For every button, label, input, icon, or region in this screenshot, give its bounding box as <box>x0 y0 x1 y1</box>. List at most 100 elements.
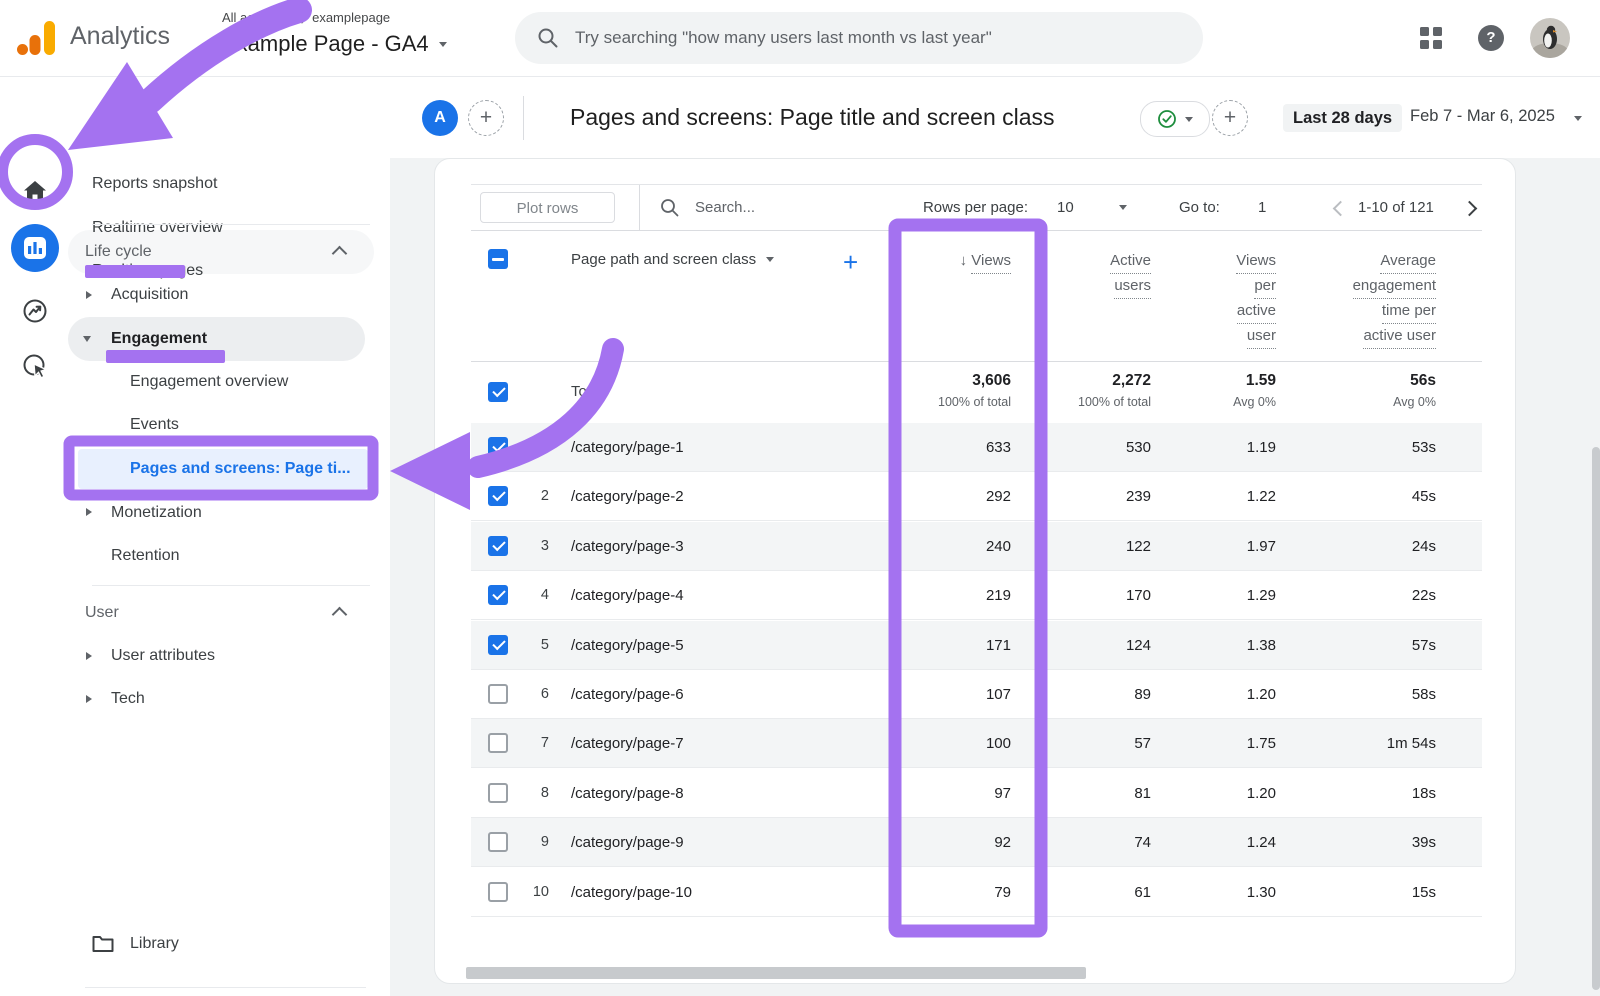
row-checkbox[interactable] <box>488 585 508 605</box>
left-icon-rail <box>0 76 69 996</box>
row-views-per-active-user: 1.97 <box>1156 522 1276 571</box>
row-checkbox[interactable] <box>488 536 508 556</box>
previous-page-icon[interactable] <box>1333 201 1349 217</box>
home-icon[interactable] <box>22 178 48 204</box>
apps-grid-icon[interactable] <box>1420 27 1442 49</box>
collapse-engagement-icon[interactable] <box>83 336 91 342</box>
avatar[interactable] <box>1530 18 1570 58</box>
row-views: 633 <box>891 423 1011 472</box>
dimension-selector[interactable]: Page path and screen class <box>571 251 774 268</box>
sidebar-item-pages-and-screens[interactable]: Pages and screens: Page ti... <box>130 456 351 482</box>
plot-rows-button[interactable]: Plot rows <box>480 192 615 223</box>
row-index: 6 <box>519 670 549 719</box>
report-owner-badge[interactable]: A <box>422 100 458 136</box>
row-checkbox[interactable] <box>488 486 508 506</box>
add-dimension-icon[interactable]: + <box>843 247 858 278</box>
search-placeholder: Try searching "how many users last month… <box>575 28 992 48</box>
row-views: 107 <box>891 670 1011 719</box>
product-name: Analytics <box>70 22 170 51</box>
table-toolbar: Plot rows Search... Rows per page: 10 Go… <box>471 184 1482 231</box>
sidebar-item-library[interactable]: Library <box>130 931 179 957</box>
total-views-per-active-user: 1.59Avg 0% <box>1156 370 1276 412</box>
row-checkbox[interactable] <box>488 832 508 852</box>
rows-per-page-select[interactable]: 10 <box>1057 185 1074 230</box>
table-row[interactable]: 1 /category/page-1 633 530 1.19 53s <box>471 423 1482 472</box>
advertising-icon[interactable] <box>22 353 48 379</box>
row-views: 97 <box>891 769 1011 818</box>
check-circle-icon <box>1157 109 1177 129</box>
add-comparison-button[interactable]: + <box>468 100 504 136</box>
row-index: 9 <box>519 818 549 867</box>
row-views: 219 <box>891 571 1011 620</box>
table-row[interactable]: 5 /category/page-5 171 124 1.38 57s <box>471 621 1482 670</box>
table-row[interactable]: 4 /category/page-4 219 170 1.29 22s <box>471 571 1482 620</box>
row-checkbox[interactable] <box>488 635 508 655</box>
table-row[interactable]: 10 /category/page-10 79 61 1.30 15s <box>471 868 1482 917</box>
row-avg-engagement-time: 58s <box>1296 670 1436 719</box>
row-views-per-active-user: 1.24 <box>1156 818 1276 867</box>
row-checkbox[interactable] <box>488 882 508 902</box>
sidebar-item-retention[interactable]: Retention <box>111 543 180 569</box>
table-row[interactable]: 9 /category/page-9 92 74 1.24 39s <box>471 818 1482 867</box>
sidebar-section-user[interactable]: User <box>85 600 119 626</box>
expand-acquisition-icon[interactable] <box>86 291 92 299</box>
horizontal-scrollbar[interactable] <box>466 967 1086 979</box>
sidebar-item-engagement[interactable]: Engagement <box>111 326 207 352</box>
chevron-down-icon <box>1574 116 1582 121</box>
sidebar-item-events[interactable]: Events <box>130 412 179 438</box>
google-analytics-logo-icon[interactable] <box>14 15 60 61</box>
go-to-input[interactable]: 1 <box>1258 185 1266 230</box>
table-search-input[interactable]: Search... <box>695 185 755 230</box>
row-checkbox[interactable] <box>488 783 508 803</box>
global-search-input[interactable]: Try searching "how many users last month… <box>515 12 1203 64</box>
row-index: 8 <box>519 769 549 818</box>
next-page-icon[interactable] <box>1462 201 1478 217</box>
sidebar-item-user-attributes[interactable]: User attributes <box>111 643 215 669</box>
reports-nav-icon[interactable] <box>11 224 59 272</box>
reports-sidebar: Reports snapshot Realtime overview Realt… <box>68 76 390 996</box>
explore-icon[interactable] <box>22 298 48 324</box>
sort-descending-icon: ↓ <box>960 252 968 269</box>
total-row-checkbox[interactable] <box>488 382 508 402</box>
column-header-views-per-active-user[interactable]: Views per active user <box>1126 249 1276 349</box>
sidebar-section-life-cycle[interactable]: Life cycle <box>85 239 152 265</box>
row-checkbox[interactable] <box>488 733 508 753</box>
table-row[interactable]: 3 /category/page-3 240 122 1.97 24s <box>471 522 1482 571</box>
table-row[interactable]: 8 /category/page-8 97 81 1.20 18s <box>471 769 1482 818</box>
breadcrumb-property[interactable]: examplepage <box>312 10 390 25</box>
expand-user-attributes-icon[interactable] <box>86 652 92 660</box>
column-header-average-engagement-time[interactable]: Average engagement time per active user <box>1266 249 1436 349</box>
sidebar-item-monetization[interactable]: Monetization <box>111 500 202 526</box>
sidebar-item-engagement-overview[interactable]: Engagement overview <box>130 369 288 395</box>
vertical-scrollbar[interactable] <box>1592 447 1600 990</box>
sidebar-item-reports-snapshot[interactable]: Reports snapshot <box>92 171 217 197</box>
data-quality-button[interactable] <box>1140 101 1210 137</box>
table-row[interactable]: 6 /category/page-6 107 89 1.20 58s <box>471 670 1482 719</box>
sidebar-item-realtime-overview[interactable]: Realtime overview <box>92 215 223 241</box>
row-index: 10 <box>519 868 549 917</box>
row-path: /category/page-5 <box>571 621 684 670</box>
sidebar-item-acquisition[interactable]: Acquisition <box>111 282 188 308</box>
row-checkbox[interactable] <box>488 437 508 457</box>
date-range[interactable]: Feb 7 - Mar 6, 2025 <box>1410 107 1582 126</box>
breadcrumb[interactable]: All accounts examplepage <box>222 10 390 25</box>
help-icon[interactable]: ? <box>1478 25 1504 51</box>
row-path: /category/page-6 <box>571 670 684 719</box>
add-report-action-button[interactable]: + <box>1212 100 1248 136</box>
table-row[interactable]: 7 /category/page-7 100 57 1.75 1m 54s <box>471 719 1482 768</box>
chevron-down-icon[interactable] <box>1119 205 1127 210</box>
report-table-card: Plot rows Search... Rows per page: 10 Go… <box>434 158 1516 984</box>
property-selector[interactable]: Example Page - GA4 <box>222 31 447 57</box>
expand-tech-icon[interactable] <box>86 695 92 703</box>
row-avg-engagement-time: 18s <box>1296 769 1436 818</box>
select-all-checkbox[interactable] <box>488 249 508 269</box>
expand-monetization-icon[interactable] <box>86 508 92 516</box>
row-checkbox[interactable] <box>488 684 508 704</box>
property-selector-label: Example Page - GA4 <box>222 31 429 57</box>
sidebar-item-tech[interactable]: Tech <box>111 686 145 712</box>
collapse-section-icon[interactable] <box>332 607 348 623</box>
date-preset-badge[interactable]: Last 28 days <box>1283 104 1402 132</box>
table-row[interactable]: 2 /category/page-2 292 239 1.22 45s <box>471 472 1482 521</box>
column-header-views[interactable]: ↓ Views <box>861 249 1011 274</box>
breadcrumb-account[interactable]: All accounts <box>222 10 292 25</box>
